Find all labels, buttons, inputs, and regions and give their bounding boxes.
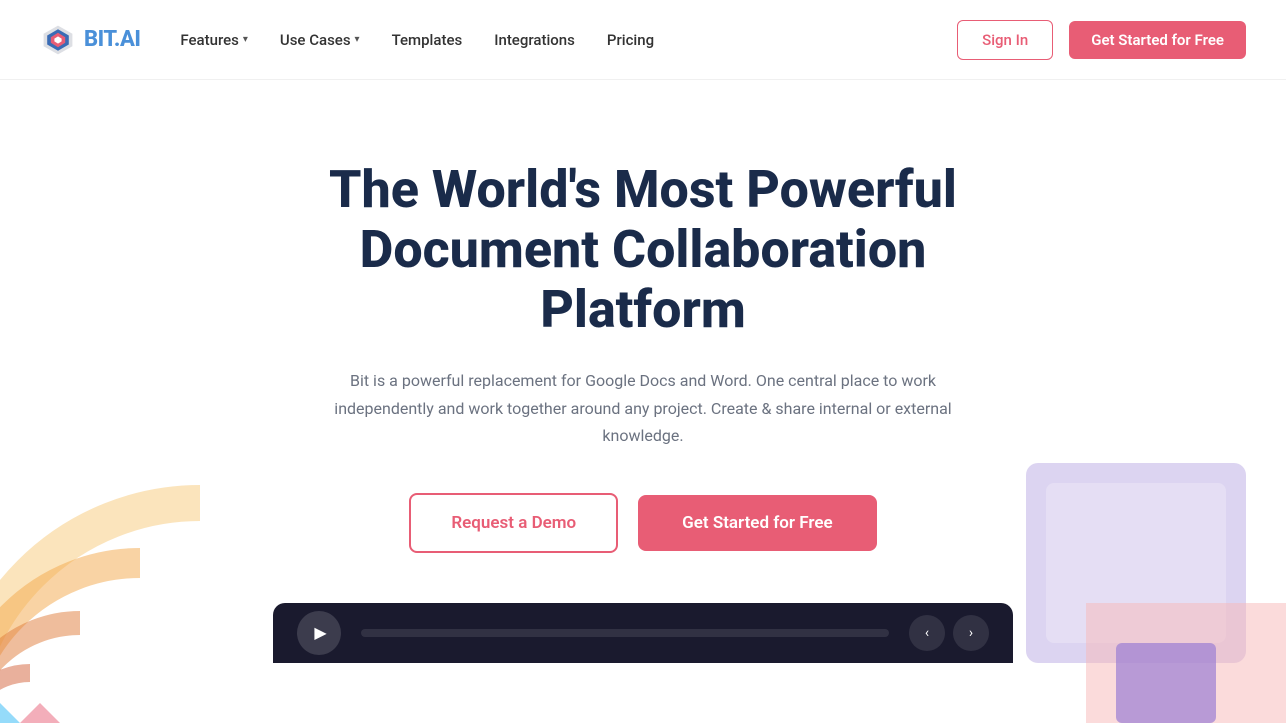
chevron-left-icon: ‹ (925, 625, 929, 641)
chevron-right-icon: › (969, 625, 973, 641)
video-preview: ▶ ‹ › (273, 603, 1013, 663)
nav-links: Features ▾ Use Cases ▾ Templates Integra… (180, 31, 654, 49)
logo-icon (40, 22, 76, 58)
request-demo-button[interactable]: Request a Demo (409, 493, 618, 553)
logo-text: BIT.AI (84, 27, 140, 52)
decorative-right (986, 443, 1286, 723)
chevron-down-icon: ▾ (243, 34, 248, 45)
hero-subtitle: Bit is a powerful replacement for Google… (333, 367, 953, 449)
signin-button[interactable]: Sign In (957, 20, 1053, 60)
chevron-down-icon: ▾ (355, 34, 360, 45)
nav-integrations[interactable]: Integrations (494, 31, 575, 49)
decorative-circles (0, 463, 240, 723)
video-progress-bar[interactable] (361, 629, 889, 637)
nav-templates[interactable]: Templates (392, 31, 463, 49)
navbar: BIT.AI Features ▾ Use Cases ▾ Templates (0, 0, 1286, 80)
hero-section: The World's Most Powerful Document Colla… (0, 80, 1286, 723)
navbar-right: Sign In Get Started for Free (957, 20, 1246, 60)
video-play-button[interactable]: ▶ (297, 611, 341, 655)
nav-use-cases[interactable]: Use Cases ▾ (280, 31, 360, 49)
nav-pricing[interactable]: Pricing (607, 31, 654, 49)
play-icon: ▶ (314, 623, 326, 642)
get-started-nav-button[interactable]: Get Started for Free (1069, 21, 1246, 59)
nav-features[interactable]: Features ▾ (180, 31, 248, 49)
hero-title: The World's Most Powerful Document Colla… (263, 160, 1023, 339)
video-prev-button[interactable]: ‹ (909, 615, 945, 651)
hero-buttons: Request a Demo Get Started for Free (409, 493, 876, 553)
video-next-button[interactable]: › (953, 615, 989, 651)
get-started-hero-button[interactable]: Get Started for Free (638, 495, 876, 551)
navbar-left: BIT.AI Features ▾ Use Cases ▾ Templates (40, 22, 654, 58)
logo[interactable]: BIT.AI (40, 22, 140, 58)
